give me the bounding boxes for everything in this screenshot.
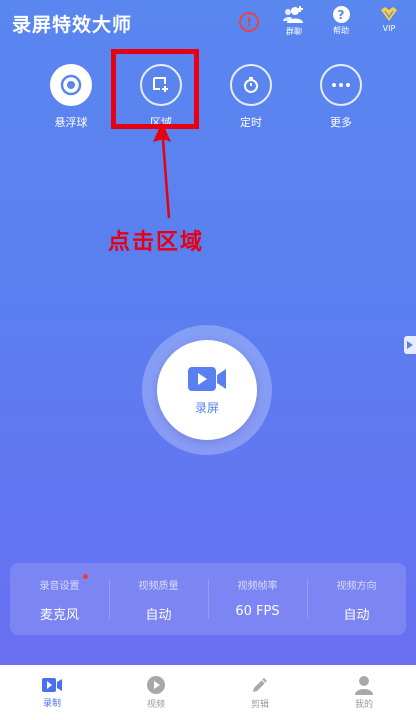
record-button-inner: 录屏	[157, 340, 257, 440]
vip-label: VIP	[382, 24, 396, 33]
tool-more-label: 更多	[330, 116, 352, 129]
app-main: 录屏特效大师 ! 群聊 ? 帮助 VIP 悬浮球 区域 定时 更多 点击区域 录…	[0, 0, 416, 665]
video-icon	[147, 676, 165, 694]
floating-ball-icon	[50, 64, 92, 106]
group-chat-label: 群聊	[286, 27, 302, 36]
nav-item-record[interactable]: 录制	[0, 665, 104, 720]
annotation-text: 点击区域	[108, 230, 205, 255]
help-button[interactable]: ? 帮助	[324, 6, 358, 42]
setting-title: 录音设置	[39, 581, 80, 592]
nav-item-user[interactable]: 我的	[312, 665, 416, 720]
nav-label: 视频	[146, 700, 165, 710]
edit-icon	[253, 678, 267, 692]
help-label: 帮助	[333, 26, 349, 35]
video-camera-icon	[188, 366, 226, 391]
setting-framerate[interactable]: 视频帧率 60 FPS	[208, 563, 307, 635]
alert-button[interactable]: !	[232, 6, 266, 42]
record-icon	[42, 678, 62, 692]
setting-value: 自动	[343, 608, 370, 623]
setting-value: 自动	[145, 608, 172, 623]
more-icon	[320, 64, 362, 106]
bottom-nav: 录制 视频 剪辑 我的	[0, 665, 416, 720]
alert-icon: !	[239, 12, 259, 32]
vip-icon	[381, 7, 397, 21]
nav-label: 我的	[354, 700, 373, 710]
nav-item-edit[interactable]: 剪辑	[208, 665, 312, 720]
nav-item-video[interactable]: 视频	[104, 665, 208, 720]
setting-title: 视频质量	[138, 581, 179, 592]
group-chat-button[interactable]: 群聊	[277, 6, 311, 42]
tool-floating-ball[interactable]: 悬浮球	[39, 64, 103, 130]
highlight-box	[111, 49, 199, 129]
settings-panel: 录音设置 麦克风 视频质量 自动 视频帧率 60 FPS 视频方向 自动	[10, 563, 406, 635]
setting-orientation[interactable]: 视频方向 自动	[307, 563, 406, 635]
nav-label: 录制	[42, 699, 61, 709]
setting-audio[interactable]: 录音设置 麦克风	[10, 563, 109, 635]
setting-quality[interactable]: 视频质量 自动	[109, 563, 208, 635]
record-label: 录屏	[194, 400, 219, 415]
help-icon: ?	[332, 6, 350, 23]
record-button[interactable]: 录屏	[142, 325, 272, 455]
tool-timer[interactable]: 定时	[219, 64, 283, 130]
tool-timer-label: 定时	[240, 116, 262, 129]
app-title: 录屏特效大师	[12, 14, 133, 36]
setting-title: 视频方向	[336, 581, 377, 592]
annotation-arrow	[153, 122, 171, 219]
group-icon	[283, 6, 303, 23]
tool-floating-ball-label: 悬浮球	[54, 116, 88, 129]
chevron-right-icon	[407, 341, 413, 349]
user-icon	[355, 676, 373, 695]
tool-more[interactable]: 更多	[309, 64, 373, 130]
side-tab[interactable]	[404, 336, 416, 354]
setting-value: 麦克风	[39, 608, 79, 623]
nav-label: 剪辑	[250, 700, 269, 710]
setting-title: 视频帧率	[237, 581, 278, 592]
notification-dot	[83, 574, 88, 579]
header: 录屏特效大师 ! 群聊 ? 帮助 VIP	[0, 0, 416, 46]
setting-value: 60 FPS	[235, 604, 280, 619]
vip-button[interactable]: VIP	[372, 6, 406, 42]
timer-icon	[230, 64, 272, 106]
